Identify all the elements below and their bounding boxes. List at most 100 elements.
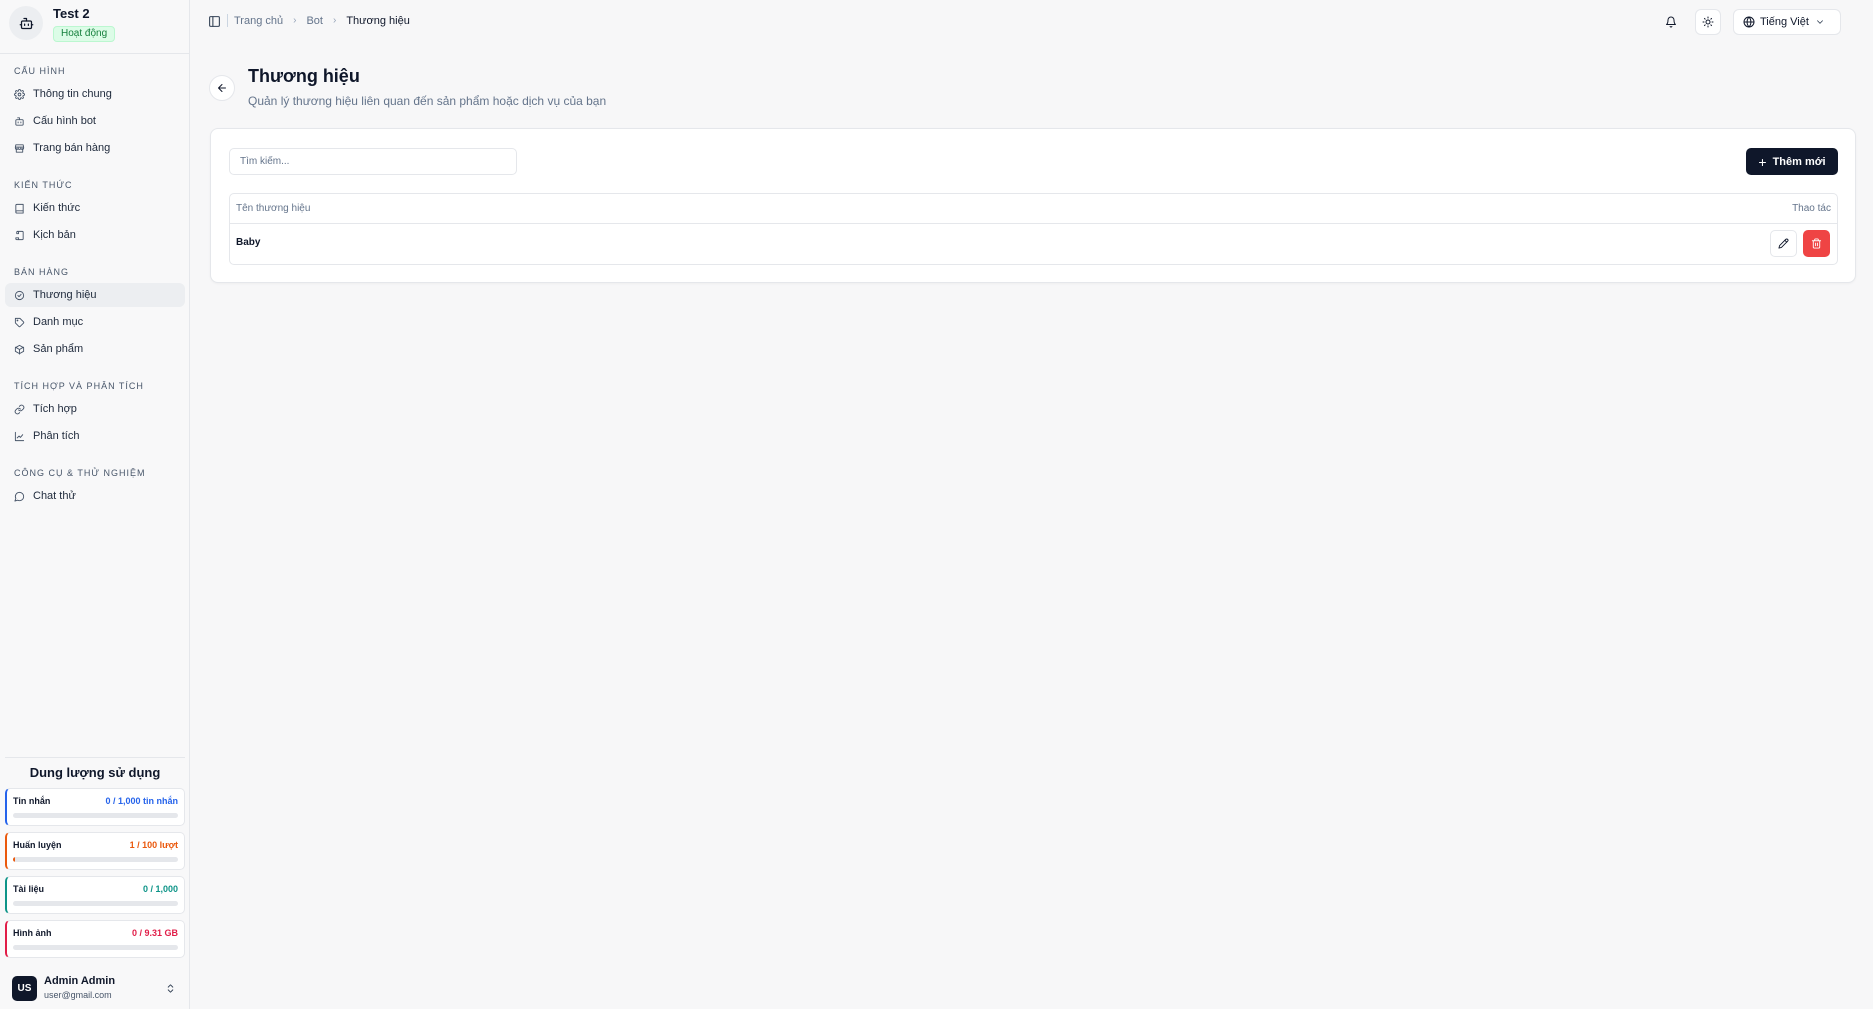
brand-table: Tên thương hiệu Thao tác Baby <box>229 193 1838 265</box>
bell-icon <box>1666 16 1676 28</box>
language-label: Tiếng Việt <box>1760 16 1809 28</box>
language-select[interactable]: Tiếng Việt <box>1733 9 1841 35</box>
delete-button[interactable] <box>1803 230 1830 257</box>
arrow-left-icon <box>218 84 226 92</box>
sidebar-item-integration[interactable]: Tích hợp <box>5 397 185 421</box>
tag-icon <box>12 315 26 329</box>
chat-icon <box>12 489 26 503</box>
table-header: Tên thương hiệu Thao tác <box>230 194 1837 224</box>
sidebar-item-label: Phân tích <box>33 430 80 442</box>
usage-label: Tin nhắn <box>13 796 51 806</box>
bot-icon <box>12 114 26 128</box>
sidebar-item-label: Trang bán hàng <box>33 142 111 154</box>
sidebar-item-label: Thông tin chung <box>33 88 112 100</box>
chevrons-up-down-icon[interactable] <box>163 980 177 996</box>
usage-bar-fill <box>13 857 15 862</box>
sidebar-item-analytics[interactable]: Phân tích <box>5 424 185 448</box>
usage-card-documents: Tài liệu 0 / 1,000 <box>5 876 185 914</box>
bot-icon <box>19 17 33 29</box>
chevron-right-icon: › <box>332 15 337 26</box>
plus-icon: + <box>1758 153 1767 170</box>
breadcrumb-home[interactable]: Trang chủ <box>234 15 283 27</box>
sidebar-item-script[interactable]: Kịch bản <box>5 223 185 247</box>
sidebar-item-category[interactable]: Danh mục <box>5 310 185 334</box>
sidebar-item-label: Tích hợp <box>33 403 77 415</box>
add-new-label: Thêm mới <box>1772 155 1826 168</box>
usage-label: Huấn luyện <box>13 840 62 850</box>
usage-value: 1 / 100 lượt <box>129 840 178 850</box>
section-title-integration: Tích hợp và phân tích <box>14 381 144 391</box>
table-row: Baby <box>230 224 1837 264</box>
column-header-actions: Thao tác <box>1792 203 1831 214</box>
sidebar-item-label: Cấu hình bot <box>33 115 96 127</box>
usage-value: 0 / 9.31 GB <box>131 928 178 938</box>
breadcrumb-bot[interactable]: Bot <box>306 15 323 27</box>
usage-bar <box>13 813 178 818</box>
sidebar-item-label: Danh mục <box>33 316 84 328</box>
breadcrumb: Trang chủ › Bot › Thương hiệu <box>227 14 410 27</box>
brand-list-card: + Thêm mới Tên thương hiệu Thao tác Baby <box>210 128 1856 283</box>
link-icon <box>12 402 26 416</box>
usage-bar <box>13 901 178 906</box>
usage-bar <box>13 857 178 862</box>
gear-icon <box>12 87 26 101</box>
user-email: user@gmail.com <box>44 990 112 1000</box>
user-menu[interactable]: US Admin Admin user@gmail.com <box>0 966 189 1009</box>
page-title: Thương hiệu <box>248 66 360 86</box>
sidebar-toggle-icon[interactable] <box>207 14 222 29</box>
script-icon <box>12 228 26 242</box>
section-title-knowledge: Kiến thức <box>14 180 73 190</box>
sidebar-item-label: Chat thử <box>33 490 76 502</box>
badge-check-icon <box>12 288 26 302</box>
notification-button[interactable] <box>1658 9 1684 35</box>
chevron-down-icon <box>1817 20 1823 24</box>
topbar: Trang chủ › Bot › Thương hiệu Tiếng Việt <box>190 0 1873 44</box>
edit-button[interactable] <box>1770 230 1797 257</box>
usage-title: Dung lượng sử dụng <box>29 765 161 780</box>
theme-toggle-button[interactable] <box>1695 9 1721 35</box>
column-header-name: Tên thương hiệu <box>236 203 311 214</box>
user-name: Admin Admin <box>44 975 116 987</box>
section-title-tools: Công cụ & thử nghiệm <box>14 468 146 478</box>
trash-icon <box>1811 238 1822 249</box>
sidebar-item-sales-page[interactable]: Trang bán hàng <box>5 136 185 160</box>
sidebar: Test 2 Hoạt động Cấu hình Thông tin chun… <box>0 0 190 1009</box>
sidebar-item-brand[interactable]: Thương hiệu <box>5 283 185 307</box>
bot-avatar <box>9 6 43 40</box>
status-badge: Hoạt động <box>53 26 116 42</box>
section-title-sales: Bán hàng <box>14 267 70 277</box>
globe-icon <box>1743 16 1755 28</box>
sun-icon <box>1702 16 1714 28</box>
bot-header[interactable]: Test 2 Hoạt động <box>0 0 189 54</box>
usage-bar <box>13 945 178 950</box>
usage-label: Tài liệu <box>13 884 45 894</box>
sidebar-item-general-info[interactable]: Thông tin chung <box>5 82 185 106</box>
usage-label: Hình ảnh <box>13 928 52 938</box>
usage-card-images: Hình ảnh 0 / 9.31 GB <box>5 920 185 958</box>
store-icon <box>12 141 26 155</box>
usage-value: 0 / 1,000 tin nhắn <box>105 796 178 806</box>
add-new-button[interactable]: + Thêm mới <box>1746 148 1838 175</box>
pencil-icon <box>1778 238 1789 249</box>
page-subtitle: Quản lý thương hiệu liên quan đến sản ph… <box>248 94 607 108</box>
sidebar-item-label: Kiến thức <box>33 202 81 214</box>
chart-line-icon <box>12 429 26 443</box>
sidebar-item-label: Sản phẩm <box>33 343 84 355</box>
book-icon <box>12 201 26 215</box>
sidebar-item-label: Thương hiệu <box>33 289 97 301</box>
sidebar-item-product[interactable]: Sản phẩm <box>5 337 185 361</box>
usage-value: 0 / 1,000 <box>142 884 178 894</box>
search-input[interactable] <box>229 148 517 175</box>
sidebar-item-bot-config[interactable]: Cấu hình bot <box>5 109 185 133</box>
package-icon <box>12 342 26 356</box>
usage-card-messages: Tin nhắn 0 / 1,000 tin nhắn <box>5 788 185 826</box>
usage-panel: Dung lượng sử dụng Tin nhắn 0 / 1,000 ti… <box>5 757 185 958</box>
sidebar-item-label: Kịch bản <box>33 229 76 241</box>
sidebar-item-knowledge[interactable]: Kiến thức <box>5 196 185 220</box>
sidebar-item-chat-test[interactable]: Chat thử <box>5 484 185 508</box>
usage-card-training: Huấn luyện 1 / 100 lượt <box>5 832 185 870</box>
chevron-right-icon: › <box>293 15 297 26</box>
bot-name: Test 2 <box>53 6 90 21</box>
back-button[interactable] <box>209 75 235 101</box>
breadcrumb-current: Thương hiệu <box>346 14 410 27</box>
